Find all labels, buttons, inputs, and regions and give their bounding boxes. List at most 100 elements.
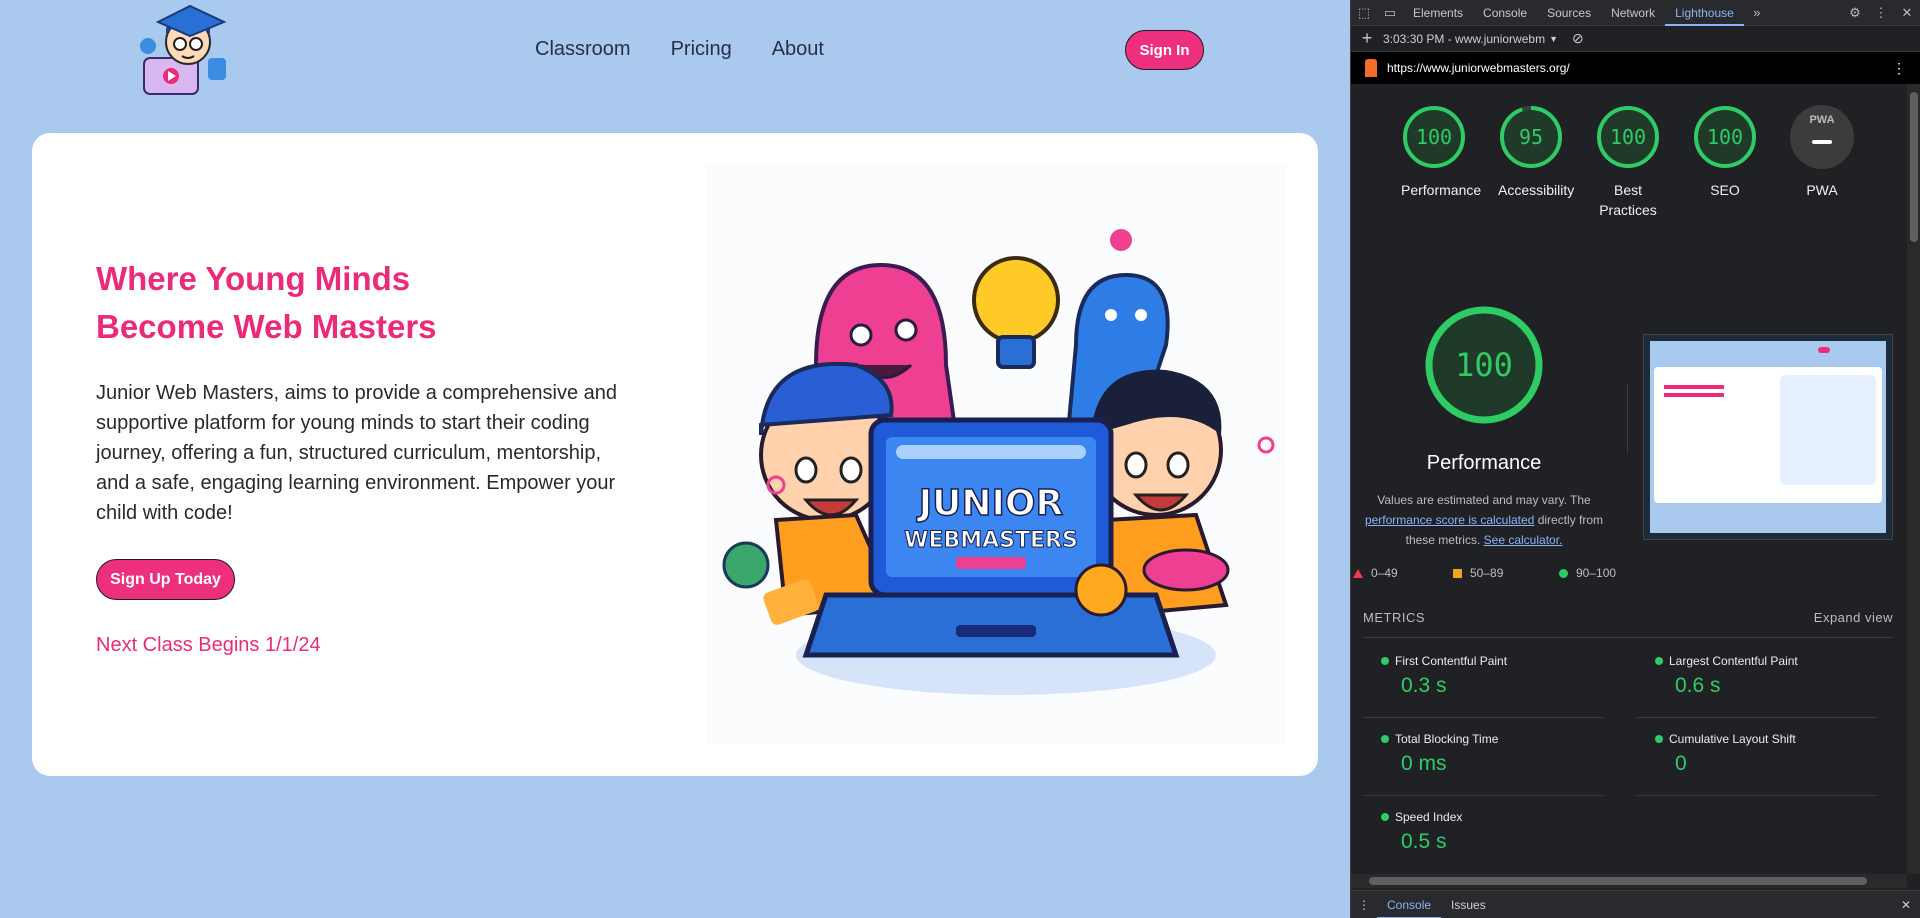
legend-label: 50–89 <box>1470 566 1504 580</box>
metric-name: Largest Contentful Paint <box>1669 654 1798 668</box>
metric-fcp: First Contentful Paint 0.3 s <box>1363 640 1603 718</box>
metric-speed-index: Speed Index 0.5 s <box>1363 796 1603 874</box>
score-seo[interactable]: 100 SEO <box>1692 104 1758 200</box>
legend-fail: 0–49 <box>1353 566 1398 580</box>
tab-lighthouse[interactable]: Lighthouse <box>1665 0 1744 26</box>
score-pwa[interactable]: PWA PWA <box>1789 104 1855 200</box>
devtools-drawer: ⋮ Console Issues ✕ <box>1351 890 1920 918</box>
legend-label: 90–100 <box>1576 566 1617 580</box>
art-title: JUNIOR <box>916 483 1063 524</box>
score-performance[interactable]: 100 Performance <box>1401 104 1482 200</box>
metric-value: 0.3 s <box>1401 674 1447 697</box>
circle-icon <box>1559 568 1568 578</box>
square-icon <box>1453 568 1462 578</box>
drawer-menu-icon[interactable]: ⋮ <box>1351 898 1377 912</box>
drawer-tab-console[interactable]: Console <box>1377 891 1442 918</box>
pass-indicator-icon <box>1381 735 1389 743</box>
score-label: Performance <box>1401 182 1482 198</box>
report-menu-icon[interactable]: ⋮ <box>1892 60 1906 77</box>
drawer-close-icon[interactable]: ✕ <box>1901 898 1911 912</box>
junior-webmasters-logo[interactable] <box>138 4 242 96</box>
metric-name: Cumulative Layout Shift <box>1669 732 1796 746</box>
nav-classroom[interactable]: Classroom <box>535 38 631 61</box>
dropdown-caret-icon[interactable]: ▼ <box>1549 34 1558 44</box>
nav-about[interactable]: About <box>772 38 824 61</box>
score-best-practices[interactable]: 100 Best Practices <box>1595 104 1661 220</box>
performance-gauge: 100 <box>1423 304 1545 426</box>
expand-view-toggle[interactable]: Expand view <box>1814 610 1893 625</box>
lighthouse-toolbar: + 3:03:30 PM - www.juniorwebm ▼ ⊘ <box>1351 26 1920 52</box>
performance-title: Performance <box>1426 452 1542 474</box>
clear-reports-icon[interactable]: ⊘ <box>1572 30 1584 47</box>
tab-elements[interactable]: Elements <box>1403 0 1473 26</box>
metric-value: 0 ms <box>1401 752 1447 775</box>
metrics-title: METRICS <box>1363 610 1425 625</box>
page-screenshot-thumbnail[interactable] <box>1643 334 1893 540</box>
score-label: PWA <box>1806 182 1838 198</box>
score-label: Best Practices <box>1599 182 1657 218</box>
settings-icon[interactable]: ⚙ <box>1842 0 1868 26</box>
metrics-header: METRICS Expand view <box>1363 610 1893 638</box>
see-calculator-link[interactable]: See calculator. <box>1484 533 1563 547</box>
legend-average: 50–89 <box>1453 566 1503 580</box>
device-toolbar-icon[interactable]: ▭ <box>1377 0 1403 26</box>
sign-up-button[interactable]: Sign Up Today <box>96 559 235 600</box>
more-tabs-icon[interactable]: » <box>1744 0 1770 26</box>
performance-note: Values are estimated and may vary. The p… <box>1351 490 1617 550</box>
drawer-tab-issues[interactable]: Issues <box>1441 891 1496 918</box>
legend-pass: 90–100 <box>1559 566 1616 580</box>
lighthouse-icon <box>1365 59 1377 77</box>
metric-name: Total Blocking Time <box>1395 732 1499 746</box>
score-accessibility[interactable]: 95 Accessibility <box>1498 104 1575 200</box>
score-value: 95 <box>1518 125 1544 149</box>
report-url[interactable]: https://www.juniorwebmasters.org/ <box>1387 61 1570 75</box>
tab-console[interactable]: Console <box>1473 0 1537 26</box>
metric-name: First Contentful Paint <box>1395 654 1508 668</box>
inspect-icon[interactable]: ⬚ <box>1351 0 1377 26</box>
art-subtitle: WEBMASTERS <box>904 528 1078 553</box>
vertical-scrollbar[interactable] <box>1907 84 1920 874</box>
hero-title: Where Young Minds Become Web Masters <box>96 260 437 345</box>
metric-tbt: Total Blocking Time 0 ms <box>1363 718 1603 796</box>
close-icon[interactable]: ✕ <box>1894 0 1920 26</box>
divider <box>1627 384 1628 454</box>
tab-sources[interactable]: Sources <box>1537 0 1601 26</box>
metric-name: Speed Index <box>1395 810 1463 824</box>
score-label: SEO <box>1710 182 1740 198</box>
sign-in-button[interactable]: Sign In <box>1125 30 1204 70</box>
report-url-bar: https://www.juniorwebmasters.org/ ⋮ <box>1351 52 1920 84</box>
pass-indicator-icon <box>1381 657 1389 665</box>
metric-value: 0.6 s <box>1675 674 1721 697</box>
score-value: 100 <box>1415 125 1453 149</box>
pass-indicator-icon <box>1381 813 1389 821</box>
pass-indicator-icon <box>1655 657 1663 665</box>
tab-network[interactable]: Network <box>1601 0 1665 26</box>
metric-value: 0 <box>1675 752 1687 775</box>
report-selector[interactable]: 3:03:30 PM - www.juniorwebm <box>1383 32 1545 46</box>
horizontal-scrollbar[interactable] <box>1351 874 1907 888</box>
legend-label: 0–49 <box>1371 566 1398 580</box>
score-value: 100 <box>1609 125 1647 149</box>
metric-lcp: Largest Contentful Paint 0.6 s <box>1637 640 1877 718</box>
score-label: Accessibility <box>1498 182 1575 198</box>
new-report-icon[interactable]: + <box>1351 28 1383 49</box>
devtools-panel: ⬚ ▭ Elements Console Sources Network Lig… <box>1350 0 1920 918</box>
kebab-menu-icon[interactable]: ⋮ <box>1868 0 1894 26</box>
hero-description: Junior Web Masters, aims to provide a co… <box>96 382 617 524</box>
pass-indicator-icon <box>1655 735 1663 743</box>
metric-value: 0.5 s <box>1401 830 1447 853</box>
score-value: 100 <box>1706 125 1744 149</box>
nav-pricing[interactable]: Pricing <box>671 38 732 61</box>
triangle-icon <box>1353 568 1363 578</box>
metric-cls: Cumulative Layout Shift 0 <box>1637 718 1877 796</box>
main-nav: Classroom Pricing About <box>535 38 824 61</box>
next-class-text: Next Class Begins 1/1/24 <box>96 634 321 656</box>
pwa-badge-icon: PWA <box>1809 114 1835 126</box>
lighthouse-report: 100 Performance 95 Accessibility 100 Bes… <box>1351 84 1907 874</box>
performance-score: 100 <box>1455 346 1513 384</box>
website-viewport: Classroom Pricing About Sign In Where Yo… <box>0 0 1350 918</box>
score-calculated-link[interactable]: performance score is calculated <box>1365 513 1534 527</box>
hero-illustration: JUNIOR WEBMASTERS <box>706 165 1286 745</box>
note-text: Values are estimated and may vary. The <box>1377 493 1591 507</box>
devtools-tab-bar: ⬚ ▭ Elements Console Sources Network Lig… <box>1351 0 1920 26</box>
